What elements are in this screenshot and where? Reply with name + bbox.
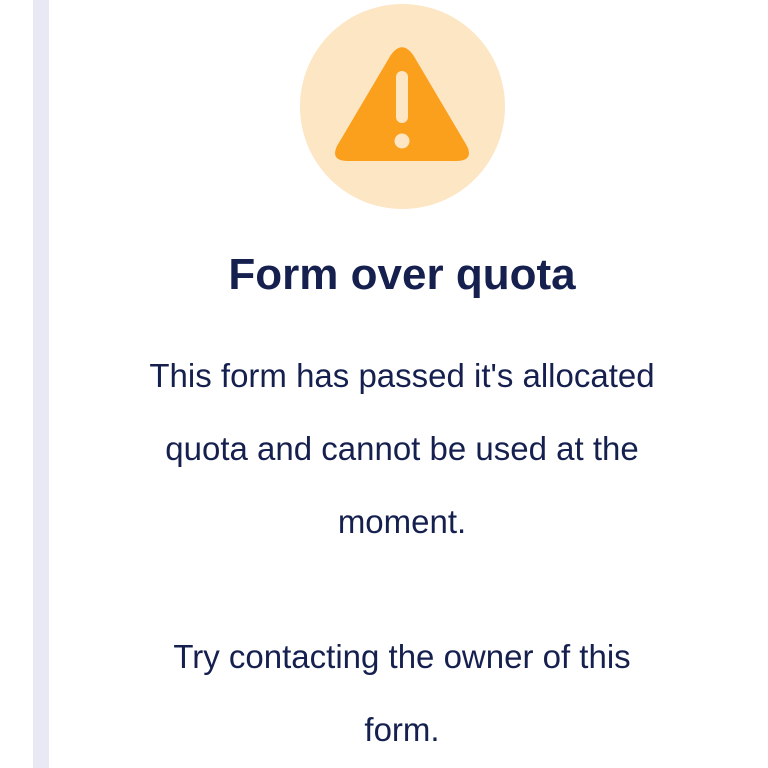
- contact-owner-hint: Try contacting the owner of this form.: [173, 638, 631, 748]
- page-title: Form over quota: [228, 250, 576, 299]
- quota-message-panel: Form over quota This form has passed it'…: [49, 0, 768, 768]
- page: Form over quota This form has passed it'…: [0, 0, 768, 768]
- quota-message: This form has passed it's allocated quot…: [142, 339, 662, 766]
- quota-explanation: This form has passed it's allocated quot…: [149, 357, 655, 540]
- warning-icon-badge: [299, 4, 505, 209]
- left-rail: [33, 0, 49, 768]
- warning-icon: [335, 46, 469, 161]
